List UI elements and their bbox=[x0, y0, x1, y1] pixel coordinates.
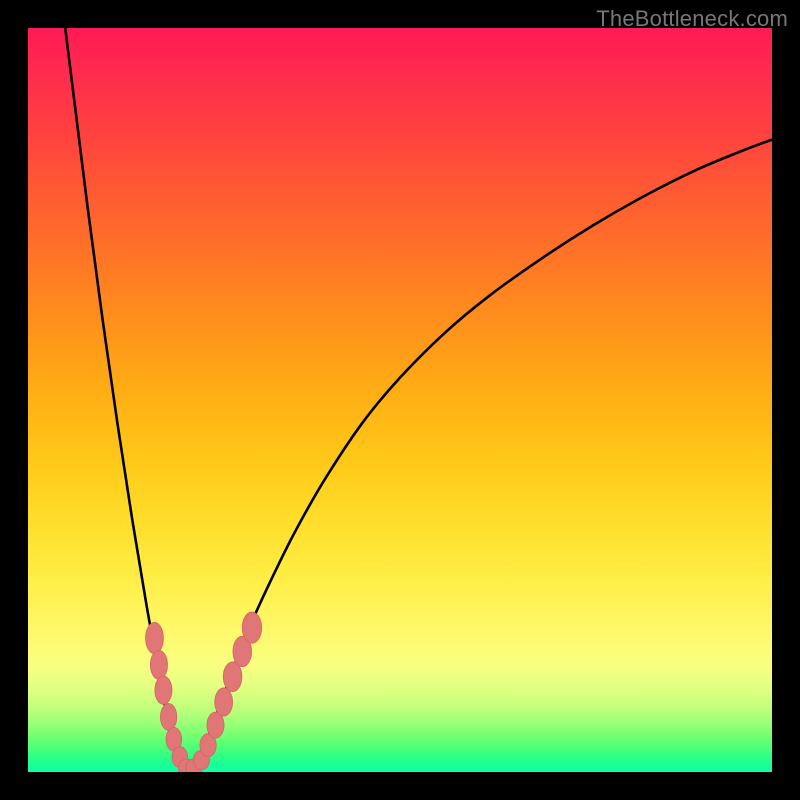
chart-frame: TheBottleneck.com bbox=[0, 0, 800, 800]
data-marker-12 bbox=[223, 662, 242, 692]
data-marker-0 bbox=[146, 622, 164, 653]
curve-left-branch bbox=[65, 28, 188, 771]
data-marker-11 bbox=[215, 688, 233, 716]
data-marker-14 bbox=[242, 612, 261, 643]
data-marker-3 bbox=[160, 704, 176, 731]
data-marker-1 bbox=[150, 650, 167, 679]
curve-layer bbox=[65, 28, 772, 771]
curve-right-branch bbox=[188, 140, 772, 772]
chart-svg bbox=[28, 28, 772, 772]
plot-area bbox=[28, 28, 772, 772]
data-marker-2 bbox=[155, 676, 172, 704]
marker-layer bbox=[146, 612, 262, 772]
